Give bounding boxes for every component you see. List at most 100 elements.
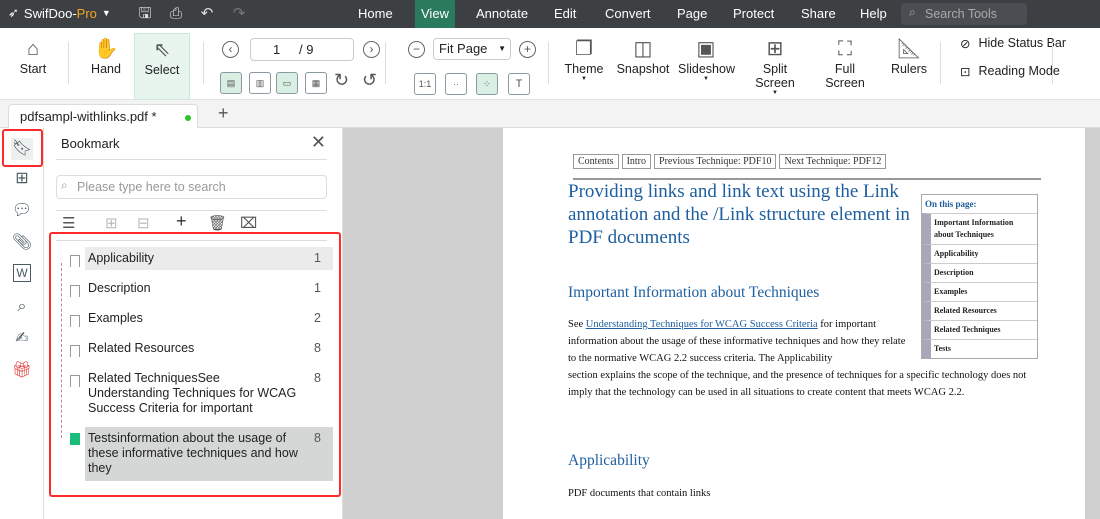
hand-button[interactable]: ✋ Hand	[86, 36, 126, 76]
add-child-bookmark-icon[interactable]: ⊞	[105, 214, 118, 232]
eye-hidden-icon: ⊘	[960, 37, 971, 51]
toc-link[interactable]: Examples	[922, 282, 1037, 301]
divider	[940, 42, 941, 84]
theme-button[interactable]: ❐ Theme ▼	[563, 36, 605, 82]
save-icon[interactable]: 🖫	[136, 5, 154, 23]
select-button[interactable]: ⇖ Select	[134, 33, 190, 100]
nav-intro[interactable]: Intro	[621, 154, 652, 169]
signature-icon[interactable]: ✍︎	[11, 328, 33, 350]
undo-icon[interactable]: ↶	[198, 5, 216, 23]
paragraph-applicability-note: section explains the scope of the techni…	[568, 370, 1027, 398]
add-bookmark-icon[interactable]: +	[176, 211, 187, 232]
zoom-out-icon[interactable]: −	[408, 41, 425, 58]
hand-icon: ✋	[93, 38, 119, 60]
print-icon[interactable]: ⎙	[167, 5, 185, 23]
remove-child-bookmark-icon[interactable]: ⊟	[137, 214, 150, 232]
menu-share[interactable]: Share	[795, 0, 842, 28]
divider	[56, 210, 327, 211]
delete-all-icon[interactable]: ⌧	[240, 214, 257, 232]
cursor-icon: ⇖	[153, 39, 171, 61]
zoom-value: Fit Page	[439, 41, 488, 56]
menu-home[interactable]: Home	[352, 0, 399, 28]
nav-next[interactable]: Next Technique: PDF12	[779, 154, 887, 169]
rulers-button[interactable]: 📐︎ Rulers	[890, 36, 928, 76]
sidebar-rail: 🔖︎ ⊞ 💬︎ 📎︎ W ⌕ ✍︎ 🎁︎	[0, 128, 44, 519]
understanding-techniques-link[interactable]: Understanding Techniques for WCAG Succes…	[586, 319, 818, 330]
slideshow-label: Slideshow	[678, 62, 735, 76]
start-button[interactable]: ⌂ Start	[14, 36, 52, 76]
search-icon: ⌕	[61, 178, 68, 192]
divider	[385, 42, 386, 84]
divider	[203, 42, 204, 84]
redo-icon[interactable]: ↷	[230, 5, 248, 23]
divider	[56, 159, 327, 160]
menu-help[interactable]: Help	[854, 0, 893, 28]
zoom-in-icon[interactable]: +	[519, 41, 536, 58]
next-page-icon[interactable]: ›	[363, 41, 380, 58]
fit-page-icon[interactable]: ⁘	[476, 73, 498, 95]
chevron-down-icon: ▼	[772, 90, 778, 96]
slideshow-icon: ▣	[696, 38, 716, 60]
bookmark-list-highlight-box	[49, 232, 341, 497]
close-icon[interactable]: ✕	[311, 132, 326, 153]
two-page-scroll-icon[interactable]: ▦	[305, 72, 327, 94]
document-tab[interactable]: pdfsampl-withlinks.pdf *	[8, 104, 198, 129]
split-screen-label: Split Screen	[755, 62, 795, 90]
previous-page-icon[interactable]: ‹	[222, 41, 239, 58]
divider	[68, 42, 69, 84]
chevron-down-icon: ▼	[581, 76, 587, 82]
page-number-input[interactable]: 1 / 9	[250, 38, 354, 61]
toc-link[interactable]: Applicability	[922, 244, 1037, 263]
toc-link[interactable]: Description	[922, 263, 1037, 282]
current-page: 1	[273, 42, 281, 57]
new-tab-button[interactable]: +	[218, 103, 229, 124]
document-viewer[interactable]: Contents Intro Previous Technique: PDF10…	[343, 128, 1100, 519]
gift-icon[interactable]: 🎁︎	[11, 360, 33, 382]
two-page-icon[interactable]: ▥	[249, 72, 271, 94]
menu-convert[interactable]: Convert	[599, 0, 657, 28]
bookmark-search-input[interactable]: Please type here to search	[56, 175, 327, 199]
home-icon: ⌂	[26, 38, 40, 60]
hide-status-bar-button[interactable]: ⊘ Hide Status Bar	[960, 36, 1066, 51]
fit-width-icon[interactable]: ··	[445, 73, 467, 95]
toc-link[interactable]: Important Information about Techniques	[922, 213, 1037, 244]
snapshot-icon: ◫	[633, 38, 653, 60]
zoom-select[interactable]: Fit Page ▼	[433, 38, 511, 60]
word-icon[interactable]: W	[13, 264, 31, 282]
nav-contents[interactable]: Contents	[573, 154, 619, 169]
reading-mode-button[interactable]: ⊡ Reading Mode	[960, 64, 1060, 79]
slideshow-button[interactable]: ▣ Slideshow ▼	[678, 36, 735, 82]
comment-icon[interactable]: 💬︎	[11, 200, 33, 222]
snapshot-button[interactable]: ◫ Snapshot	[616, 36, 670, 76]
menu-annotate[interactable]: Annotate	[470, 0, 534, 28]
menu-icon[interactable]: ☰	[62, 214, 75, 232]
delete-icon[interactable]: 🗑︎	[208, 214, 227, 232]
chevron-down-icon: ▼	[703, 76, 709, 82]
toc-link[interactable]: Related Resources	[922, 301, 1037, 320]
reading-mode-label: Reading Mode	[978, 64, 1060, 78]
text: See	[568, 319, 586, 330]
nav-previous[interactable]: Previous Technique: PDF10	[654, 154, 777, 169]
search-tools-input[interactable]: Search Tools	[901, 3, 1027, 25]
full-screen-button[interactable]: ⛶ Full Screen	[815, 36, 875, 90]
search-icon[interactable]: ⌕	[11, 296, 33, 318]
continuous-scroll-icon[interactable]: ▭	[276, 72, 298, 94]
modified-dot	[185, 115, 191, 121]
on-this-page-box: On this page: Important Information abou…	[921, 194, 1038, 359]
menu-edit[interactable]: Edit	[548, 0, 582, 28]
menu-protect[interactable]: Protect	[727, 0, 780, 28]
rotate-counterclockwise-icon[interactable]: ↺	[362, 70, 377, 91]
app-logo[interactable]: ➶ SwifDoo-Pro ▼	[8, 5, 111, 21]
thumbnails-icon[interactable]: ⊞	[11, 168, 33, 190]
toc-link[interactable]: Tests	[922, 339, 1037, 358]
split-screen-button[interactable]: ⊞ Split Screen ▼	[743, 36, 807, 96]
fit-text-icon[interactable]: T	[508, 73, 530, 95]
document-tabs: pdfsampl-withlinks.pdf * +	[0, 100, 1100, 129]
rotate-clockwise-icon[interactable]: ↻	[334, 70, 349, 91]
menu-page[interactable]: Page	[671, 0, 713, 28]
attachment-icon[interactable]: 📎︎	[11, 232, 33, 254]
single-page-icon[interactable]: ▤	[220, 72, 242, 94]
toc-link[interactable]: Related Techniques	[922, 320, 1037, 339]
menu-view[interactable]: View	[415, 0, 455, 28]
actual-size-button[interactable]: 1:1	[414, 73, 436, 95]
